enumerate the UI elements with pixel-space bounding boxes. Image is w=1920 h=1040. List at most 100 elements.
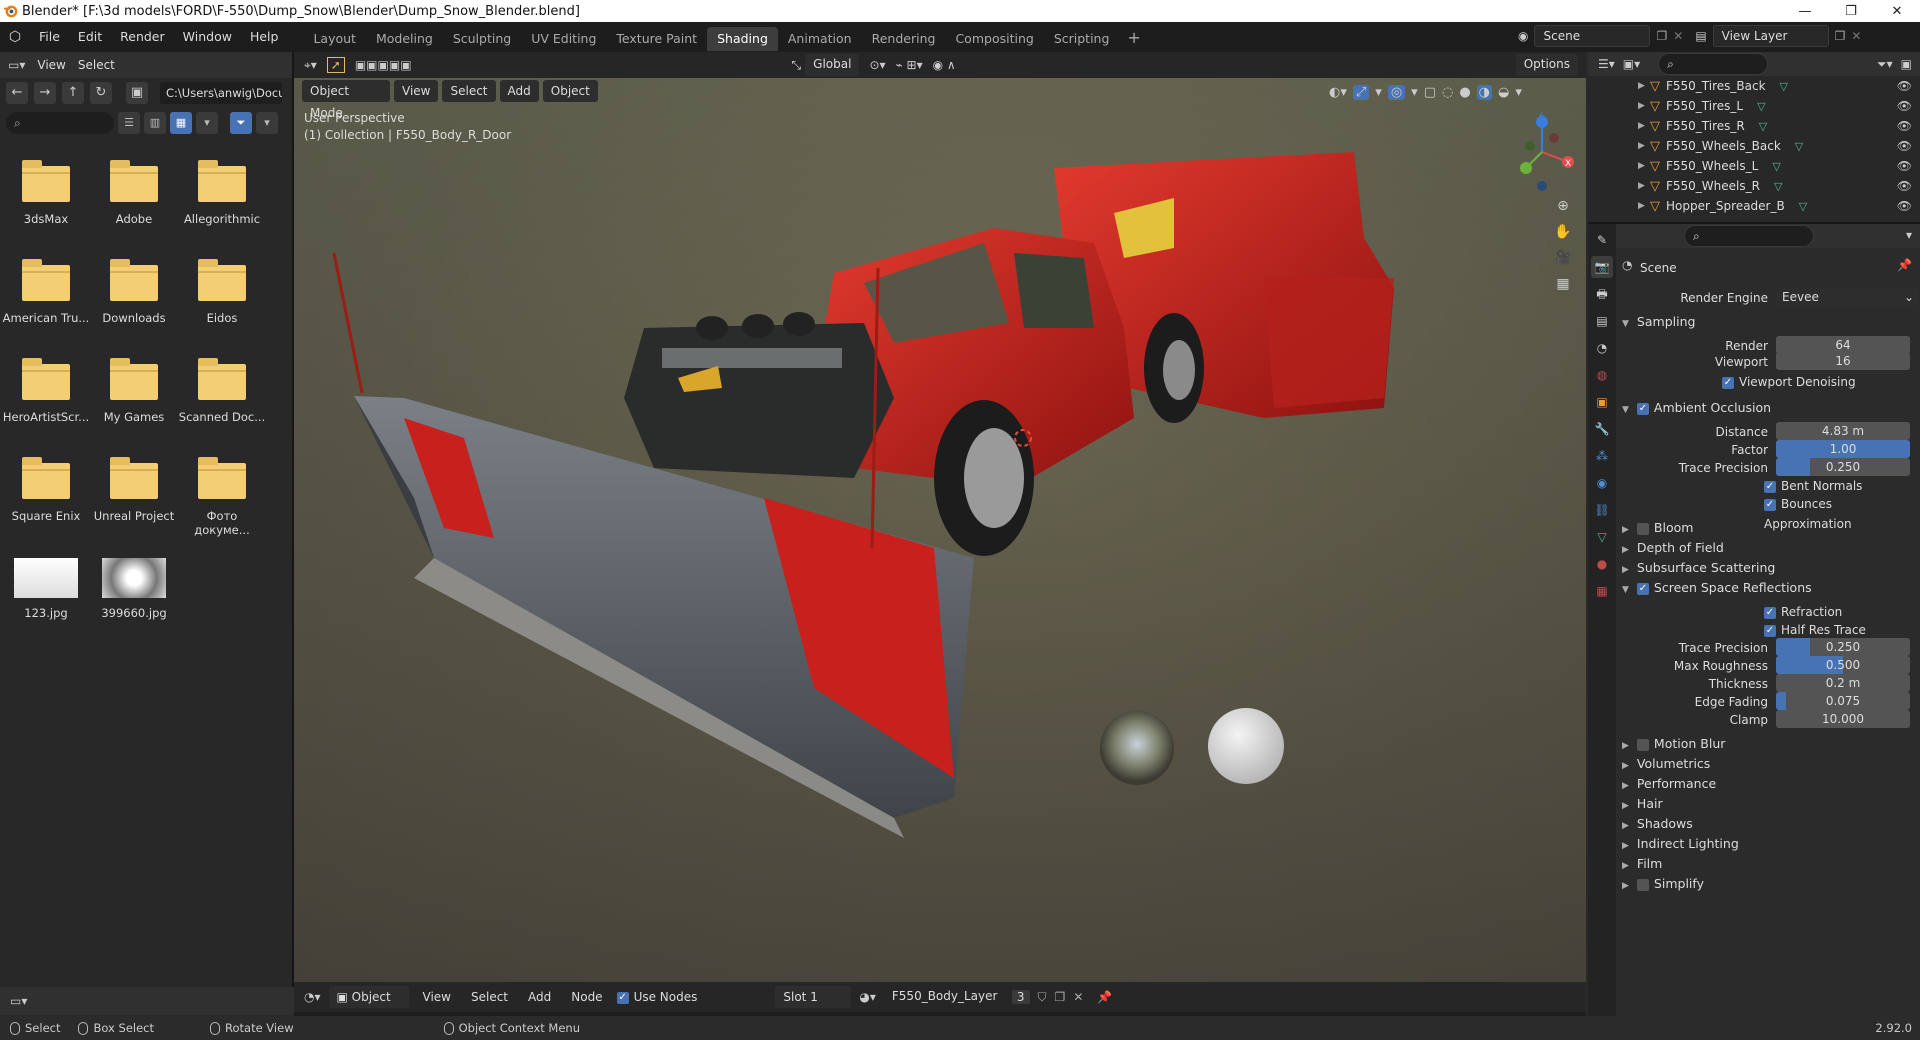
render-tab-icon[interactable]: 📷: [1591, 256, 1613, 278]
folder-item[interactable]: Square Enix: [2, 449, 90, 523]
pan-hand-icon[interactable]: ✋: [1551, 220, 1575, 244]
folder-item[interactable]: Allegorithmic: [178, 152, 266, 226]
unlink-material-icon[interactable]: ✕: [1073, 990, 1083, 1004]
wireframe-shading-icon[interactable]: ◌: [1442, 85, 1453, 100]
folder-item[interactable]: Фото докуме...: [178, 449, 266, 537]
tab-uv-editing[interactable]: UV Editing: [521, 27, 606, 51]
editor-type-3d-icon[interactable]: ⌖▾: [304, 58, 317, 73]
blender-menu-icon[interactable]: ⬡: [0, 29, 30, 45]
options-dropdown[interactable]: Options: [1515, 54, 1578, 76]
camera-view-icon[interactable]: 🎥: [1551, 246, 1575, 270]
film-section-header[interactable]: ▶ Film: [1622, 854, 1662, 876]
remove-view-layer-icon[interactable]: ✕: [1851, 29, 1861, 43]
sss-section-header[interactable]: ▶ Subsurface Scattering: [1622, 558, 1775, 580]
new-collection-icon[interactable]: ▣: [1901, 57, 1912, 71]
bounces-approx-checkbox[interactable]: ✓ Bounces Approximation: [1764, 494, 1920, 534]
minimize-button[interactable]: —: [1782, 4, 1828, 19]
path-field[interactable]: C:\Users\anwig\Docu...: [160, 82, 282, 104]
copy-scene-icon[interactable]: ❐: [1656, 29, 1667, 43]
expand-arrow-icon[interactable]: ▶: [1638, 121, 1650, 131]
solid-shading-icon[interactable]: ●: [1459, 85, 1470, 100]
material-browse-icon[interactable]: ◕▾: [859, 990, 876, 1004]
expand-arrow-icon[interactable]: ▶: [1638, 181, 1650, 191]
back-arrow-icon[interactable]: ←: [6, 82, 28, 104]
modifier-tab-icon[interactable]: 🔧: [1591, 418, 1613, 440]
expand-arrow-icon[interactable]: ▶: [1638, 101, 1650, 111]
data-tab-icon[interactable]: ▽: [1591, 526, 1613, 548]
pivot-icon[interactable]: ⊙▾: [869, 58, 885, 72]
texture-tab-icon[interactable]: ▦: [1591, 580, 1613, 602]
refresh-icon[interactable]: ↻: [90, 82, 112, 104]
visibility-icon[interactable]: ◐▾: [1329, 85, 1347, 100]
expand-arrow-icon[interactable]: ▶: [1638, 201, 1650, 211]
image-file-item[interactable]: 399660.jpg: [90, 548, 178, 620]
constraints-tab-icon[interactable]: ⛓: [1591, 499, 1613, 521]
properties-options-icon[interactable]: ▾: [1906, 228, 1912, 242]
tab-rendering[interactable]: Rendering: [862, 27, 946, 51]
object-mode-dropdown[interactable]: Object Mode: [302, 80, 390, 120]
outliner-row[interactable]: ▶ ▽ F550_Tires_R ▽ 👁: [1588, 116, 1920, 136]
tab-sculpting[interactable]: Sculpting: [443, 27, 521, 51]
visibility-eye-icon[interactable]: 👁: [1897, 179, 1912, 193]
max-roughness-slider[interactable]: 0.500: [1776, 656, 1910, 674]
indirect-lighting-section-header[interactable]: ▶ Indirect Lighting: [1622, 834, 1739, 856]
fb-menu-select[interactable]: Select: [78, 58, 115, 72]
xray-icon[interactable]: ▢: [1424, 85, 1436, 100]
vp-menu-view[interactable]: View: [394, 80, 439, 102]
half-res-trace-checkbox[interactable]: ✓ Half Res Trace: [1764, 620, 1866, 640]
outliner-row[interactable]: ▶ ▽ Hopper_Spreader_B ▽ 👁: [1588, 196, 1920, 216]
folder-item[interactable]: 3dsMax: [2, 152, 90, 226]
viewport-denoising-checkbox[interactable]: ✓ Viewport Denoising: [1722, 372, 1856, 392]
outliner-row[interactable]: ▶ ▽ F550_Wheels_Back ▽ 👁: [1588, 136, 1920, 156]
scene-field[interactable]: Scene: [1534, 25, 1651, 47]
hair-section-header[interactable]: ▶ Hair: [1622, 794, 1663, 816]
outliner-row[interactable]: ▶ ▽ F550_Tires_Back ▽ 👁: [1588, 76, 1920, 96]
tab-animation[interactable]: Animation: [778, 27, 862, 51]
clamp-field[interactable]: 10.000: [1776, 710, 1910, 728]
filter-icon[interactable]: ⏷: [230, 112, 252, 134]
visibility-eye-icon[interactable]: 👁: [1897, 99, 1912, 113]
fb-menu-view[interactable]: View: [37, 58, 65, 72]
object-tab-icon[interactable]: ▣: [1591, 391, 1613, 413]
tab-compositing[interactable]: Compositing: [945, 27, 1043, 51]
outliner-filter-icon[interactable]: ⏷▾: [1877, 57, 1893, 72]
outliner-type-icon[interactable]: ☰▾: [1598, 57, 1615, 71]
ne-menu-view[interactable]: View: [417, 990, 457, 1004]
forward-arrow-icon[interactable]: →: [34, 82, 56, 104]
select-tool-icon[interactable]: ➚: [326, 57, 345, 73]
refraction-checkbox[interactable]: ✓ Refraction: [1764, 602, 1842, 622]
view-layer-field[interactable]: View Layer: [1712, 25, 1829, 47]
orientation-dropdown[interactable]: Global: [805, 54, 860, 76]
properties-search-input[interactable]: ⌕: [1684, 225, 1814, 247]
folder-item[interactable]: Unreal Project: [90, 449, 178, 523]
folder-item[interactable]: Scanned Doc...: [178, 350, 266, 424]
copy-view-layer-icon[interactable]: ❐: [1835, 29, 1846, 43]
tab-modeling[interactable]: Modeling: [366, 27, 443, 51]
view-layer-tab-icon[interactable]: ▤: [1591, 310, 1613, 332]
overlay-toggle-icon[interactable]: ◎: [1387, 85, 1406, 100]
add-workspace-button[interactable]: +: [1119, 28, 1148, 47]
particles-tab-icon[interactable]: ⁂: [1591, 445, 1613, 467]
fake-user-icon[interactable]: ⛉: [1038, 990, 1047, 1005]
ao-trace-precision-slider[interactable]: 0.250: [1776, 458, 1910, 476]
menu-edit[interactable]: Edit: [69, 22, 111, 52]
ssr-trace-precision-slider[interactable]: 0.250: [1776, 638, 1910, 656]
close-button[interactable]: ✕: [1874, 4, 1920, 19]
tool-tab-icon[interactable]: ✎: [1591, 229, 1613, 251]
slot-dropdown[interactable]: Slot 1: [775, 986, 852, 1008]
menu-help[interactable]: Help: [241, 22, 288, 52]
menu-window[interactable]: Window: [174, 22, 241, 52]
ao-distance-field[interactable]: 4.83 m: [1776, 422, 1910, 440]
duplicate-material-icon[interactable]: ❐: [1055, 990, 1066, 1004]
vp-menu-select[interactable]: Select: [442, 80, 496, 102]
sampling-section-header[interactable]: ▼ Sampling: [1622, 312, 1695, 334]
expand-arrow-icon[interactable]: ▶: [1638, 81, 1650, 91]
gizmo-toggle-icon[interactable]: ⤢: [1352, 85, 1370, 100]
folder-item[interactable]: Eidos: [178, 251, 266, 325]
vp-menu-object[interactable]: Object: [542, 80, 598, 102]
proportional-edit-icon[interactable]: ◉ ∧: [933, 58, 956, 72]
vp-menu-add[interactable]: Add: [499, 80, 539, 102]
outliner-row[interactable]: ▶ ▽ F550_Tires_L ▽ 👁: [1588, 96, 1920, 116]
motion-blur-section-header[interactable]: ▶ Motion Blur: [1622, 734, 1725, 756]
pin-icon[interactable]: 📌: [1097, 990, 1112, 1004]
